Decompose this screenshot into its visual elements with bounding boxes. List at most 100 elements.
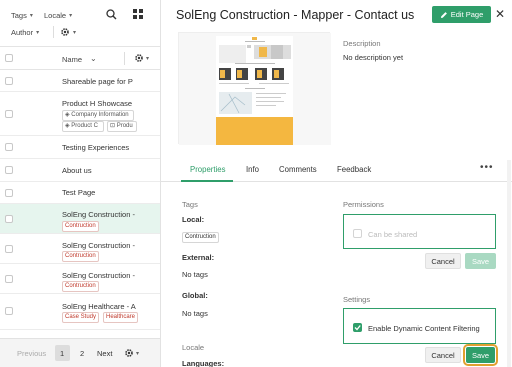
checkmark-icon	[354, 325, 361, 331]
previous-page-button[interactable]: Previous	[17, 349, 46, 358]
gear-icon	[61, 28, 69, 36]
edit-page-button[interactable]: Edit Page	[432, 6, 491, 23]
tag-chip: Contruction	[62, 281, 99, 292]
locale-filter[interactable]: Locale ▾	[44, 11, 72, 20]
page-preview-thumbnail[interactable]	[178, 32, 331, 145]
permissions-cancel-button[interactable]: Cancel	[425, 253, 461, 269]
tag-chip: ⊡ Produ	[107, 121, 137, 132]
local-tag-chip: Contruction	[182, 232, 219, 243]
tag-chip: ◈ Product C	[62, 121, 104, 132]
external-tags-value: No tags	[182, 270, 208, 279]
row-title[interactable]: SolEng Construction -	[62, 241, 137, 250]
table-row[interactable]: Shareable page for P	[0, 70, 160, 92]
chevron-down-icon: ▾	[146, 55, 150, 62]
select-all-checkbox[interactable]	[5, 54, 13, 62]
chevron-down-icon: ▾	[29, 13, 33, 19]
row-checkbox[interactable]	[5, 189, 13, 197]
global-tags-label: Global:	[182, 291, 208, 300]
gear-icon	[135, 54, 143, 62]
pager-settings-button[interactable]: ▾	[124, 348, 139, 358]
permissions-box: Can be shared	[343, 214, 496, 249]
settings-save-button[interactable]: Save	[463, 344, 498, 366]
can-be-shared-label: Can be shared	[368, 230, 418, 239]
row-checkbox[interactable]	[5, 275, 13, 283]
next-page-button[interactable]: Next	[97, 349, 112, 358]
table-row[interactable]: SolEng Construction - Contruction	[0, 264, 160, 294]
name-column-header[interactable]: Name	[62, 55, 82, 64]
description-label: Description	[343, 39, 381, 48]
table-row[interactable]: Product H Showcase ◈ Company Information…	[0, 92, 160, 136]
table-row[interactable]: SolEng Healthcare - A Case Study Healthc…	[0, 294, 160, 330]
tag-chip: Case Study	[62, 312, 100, 323]
row-checkbox[interactable]	[5, 307, 13, 315]
row-title[interactable]: SolEng Healthcare - A	[62, 302, 137, 311]
description-value: No description yet	[343, 53, 404, 62]
local-tags-label: Local:	[182, 215, 205, 224]
edit-page-label: Edit Page	[450, 10, 484, 19]
divider	[53, 26, 54, 38]
row-checkbox[interactable]	[5, 77, 13, 85]
row-title[interactable]: Testing Experiences	[62, 143, 137, 152]
tag-chip: Contruction	[62, 251, 99, 262]
close-icon[interactable]: ✕	[495, 7, 505, 21]
chevron-down-icon: ▾	[73, 29, 77, 36]
pagination: Previous 1 2 Next ▾	[0, 338, 160, 367]
page-title: SolEng Construction - Mapper - Contact u…	[176, 8, 415, 22]
table-row-selected[interactable]: SolEng Construction - Contruction	[0, 204, 160, 234]
search-icon[interactable]	[106, 9, 117, 20]
settings-cancel-button[interactable]: Cancel	[425, 347, 461, 363]
content-list-panel: Tags ▾ Locale ▾ Author ▾ ▾ Name ⌄ ▾ Shar…	[0, 0, 161, 367]
tag-chip: Contruction	[62, 221, 99, 232]
dynamic-filtering-label: Enable Dynamic Content Filtering	[368, 324, 480, 333]
tab-properties[interactable]: Properties	[190, 165, 226, 174]
page-1-button[interactable]: 1	[60, 349, 64, 358]
active-tab-indicator	[181, 180, 233, 182]
gear-icon	[125, 349, 133, 357]
tab-feedback[interactable]: Feedback	[337, 165, 371, 174]
tags-section-label: Tags	[182, 200, 198, 209]
row-title[interactable]: About us	[62, 166, 137, 175]
row-checkbox[interactable]	[5, 215, 13, 223]
table-row[interactable]: About us	[0, 159, 160, 182]
table-header: Name ⌄ ▾	[0, 46, 160, 70]
tags-filter[interactable]: Tags ▾	[11, 11, 33, 20]
more-options-icon[interactable]: •••	[480, 162, 494, 173]
grid-view-icon[interactable]	[133, 9, 143, 19]
table-row[interactable]: SolEng Construction - Contruction	[0, 234, 160, 264]
author-filter[interactable]: Author ▾	[11, 28, 39, 37]
settings-section-label: Settings	[343, 295, 371, 304]
locale-section-label: Locale	[182, 343, 205, 352]
row-title[interactable]: Shareable page for P	[62, 77, 137, 86]
row-checkbox[interactable]	[5, 110, 13, 118]
row-title[interactable]: Product H Showcase	[62, 99, 137, 108]
row-title[interactable]: SolEng Construction -	[62, 210, 137, 219]
row-title[interactable]: SolEng Construction -	[62, 271, 137, 280]
tab-comments[interactable]: Comments	[279, 165, 317, 174]
sort-chevron-icon[interactable]: ⌄	[90, 54, 97, 63]
table-row[interactable]: Test Page	[0, 182, 160, 204]
permissions-save-button[interactable]: Save	[465, 253, 496, 269]
languages-label: Languages:	[182, 359, 225, 367]
scrollbar[interactable]	[507, 160, 511, 367]
chevron-down-icon: ▾	[36, 30, 40, 36]
tab-info[interactable]: Info	[246, 165, 259, 174]
external-tags-label: External:	[182, 253, 215, 262]
row-checkbox[interactable]	[5, 166, 13, 174]
chevron-down-icon: ▾	[136, 350, 140, 357]
author-filter-label: Author	[11, 28, 34, 37]
pencil-icon	[440, 11, 447, 18]
table-row[interactable]: Testing Experiences	[0, 136, 160, 159]
row-checkbox[interactable]	[5, 245, 13, 253]
filter-bar: Tags ▾ Locale ▾ Author ▾ ▾	[0, 0, 160, 45]
dynamic-filtering-checkbox[interactable]	[353, 323, 362, 332]
row-title[interactable]: Test Page	[62, 188, 137, 197]
can-be-shared-checkbox[interactable]	[353, 229, 362, 238]
global-tags-value: No tags	[182, 309, 208, 318]
preview-image	[179, 33, 331, 145]
page-2-button[interactable]: 2	[80, 349, 84, 358]
tag-chip: ◈ Company Information	[62, 110, 134, 121]
tags-filter-label: Tags	[11, 11, 27, 20]
row-checkbox[interactable]	[5, 143, 13, 151]
settings-filter-button[interactable]: ▾	[60, 27, 76, 37]
column-settings-button[interactable]: ▾	[134, 53, 149, 63]
